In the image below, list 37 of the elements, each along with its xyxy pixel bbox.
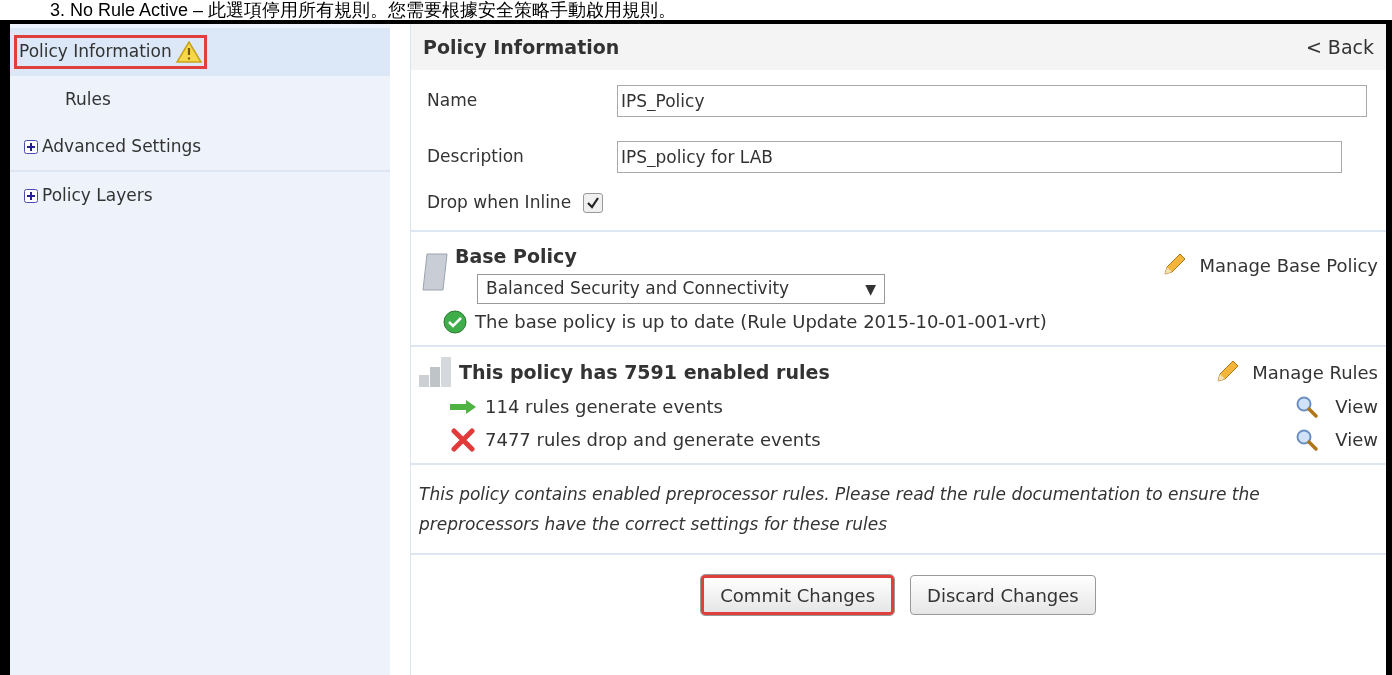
pencil-icon — [1161, 251, 1188, 278]
section-title: Base Policy — [455, 243, 578, 269]
rule-count-text: 114 rules generate events — [485, 395, 723, 419]
check-circle-icon — [443, 309, 467, 334]
policy-select[interactable]: Balanced Security and Connectivity ▼ — [477, 274, 885, 304]
search-icon — [1295, 394, 1320, 419]
back-link[interactable]: < Back — [1305, 32, 1374, 62]
field-label: Description — [427, 145, 525, 169]
pencil-icon — [1214, 359, 1241, 385]
text-field[interactable]: IPS_policy for LAB — [617, 141, 1342, 173]
checkbox[interactable] — [583, 192, 604, 213]
caption: 3. No Rule Active – 此選項停用所有規則。您需要根據安全策略手動啟用規則。 — [49, 0, 678, 20]
text-field[interactable]: IPS_Policy — [617, 85, 1367, 117]
close-icon — [449, 427, 477, 452]
warning-icon — [175, 41, 202, 63]
note-text: This policy contains enabled preprocessor rules. Please read the rule documentation to ensure the preprocessors have the correct settings for these rules — [419, 483, 1261, 536]
rule-count-text: 7477 rules drop and generate events — [485, 428, 821, 452]
view-link[interactable]: View — [1335, 393, 1378, 420]
action-button[interactable]: Discard Changes — [910, 575, 1096, 615]
expand-icon[interactable] — [24, 189, 38, 203]
sidebar-item[interactable]: Advanced Settings — [24, 134, 202, 160]
arrow-icon — [449, 398, 477, 415]
field-label: Drop when Inline — [427, 191, 572, 214]
field-label: Name — [427, 89, 479, 113]
sidebar-item[interactable]: Policy Information — [14, 35, 207, 69]
view-link[interactable]: View — [1335, 426, 1378, 453]
manage-base-policy-link[interactable]: Manage Base Policy — [1199, 251, 1378, 279]
expand-icon[interactable] — [24, 140, 38, 154]
sidebar-item[interactable]: Rules — [65, 87, 111, 113]
sidebar-item[interactable]: Policy Layers — [24, 183, 153, 209]
bars-icon — [419, 357, 453, 387]
action-button[interactable]: Commit Changes — [701, 575, 894, 615]
section-title: This policy has 7591 enabled rules — [459, 359, 830, 385]
search-icon — [1295, 427, 1320, 452]
status-text: The base policy is up to date (Rule Update 2015-10-01-001-vrt) — [475, 310, 1047, 334]
manage-rules-link[interactable]: Manage Rules — [1252, 358, 1378, 386]
panel-title: Policy Information — [423, 34, 620, 60]
